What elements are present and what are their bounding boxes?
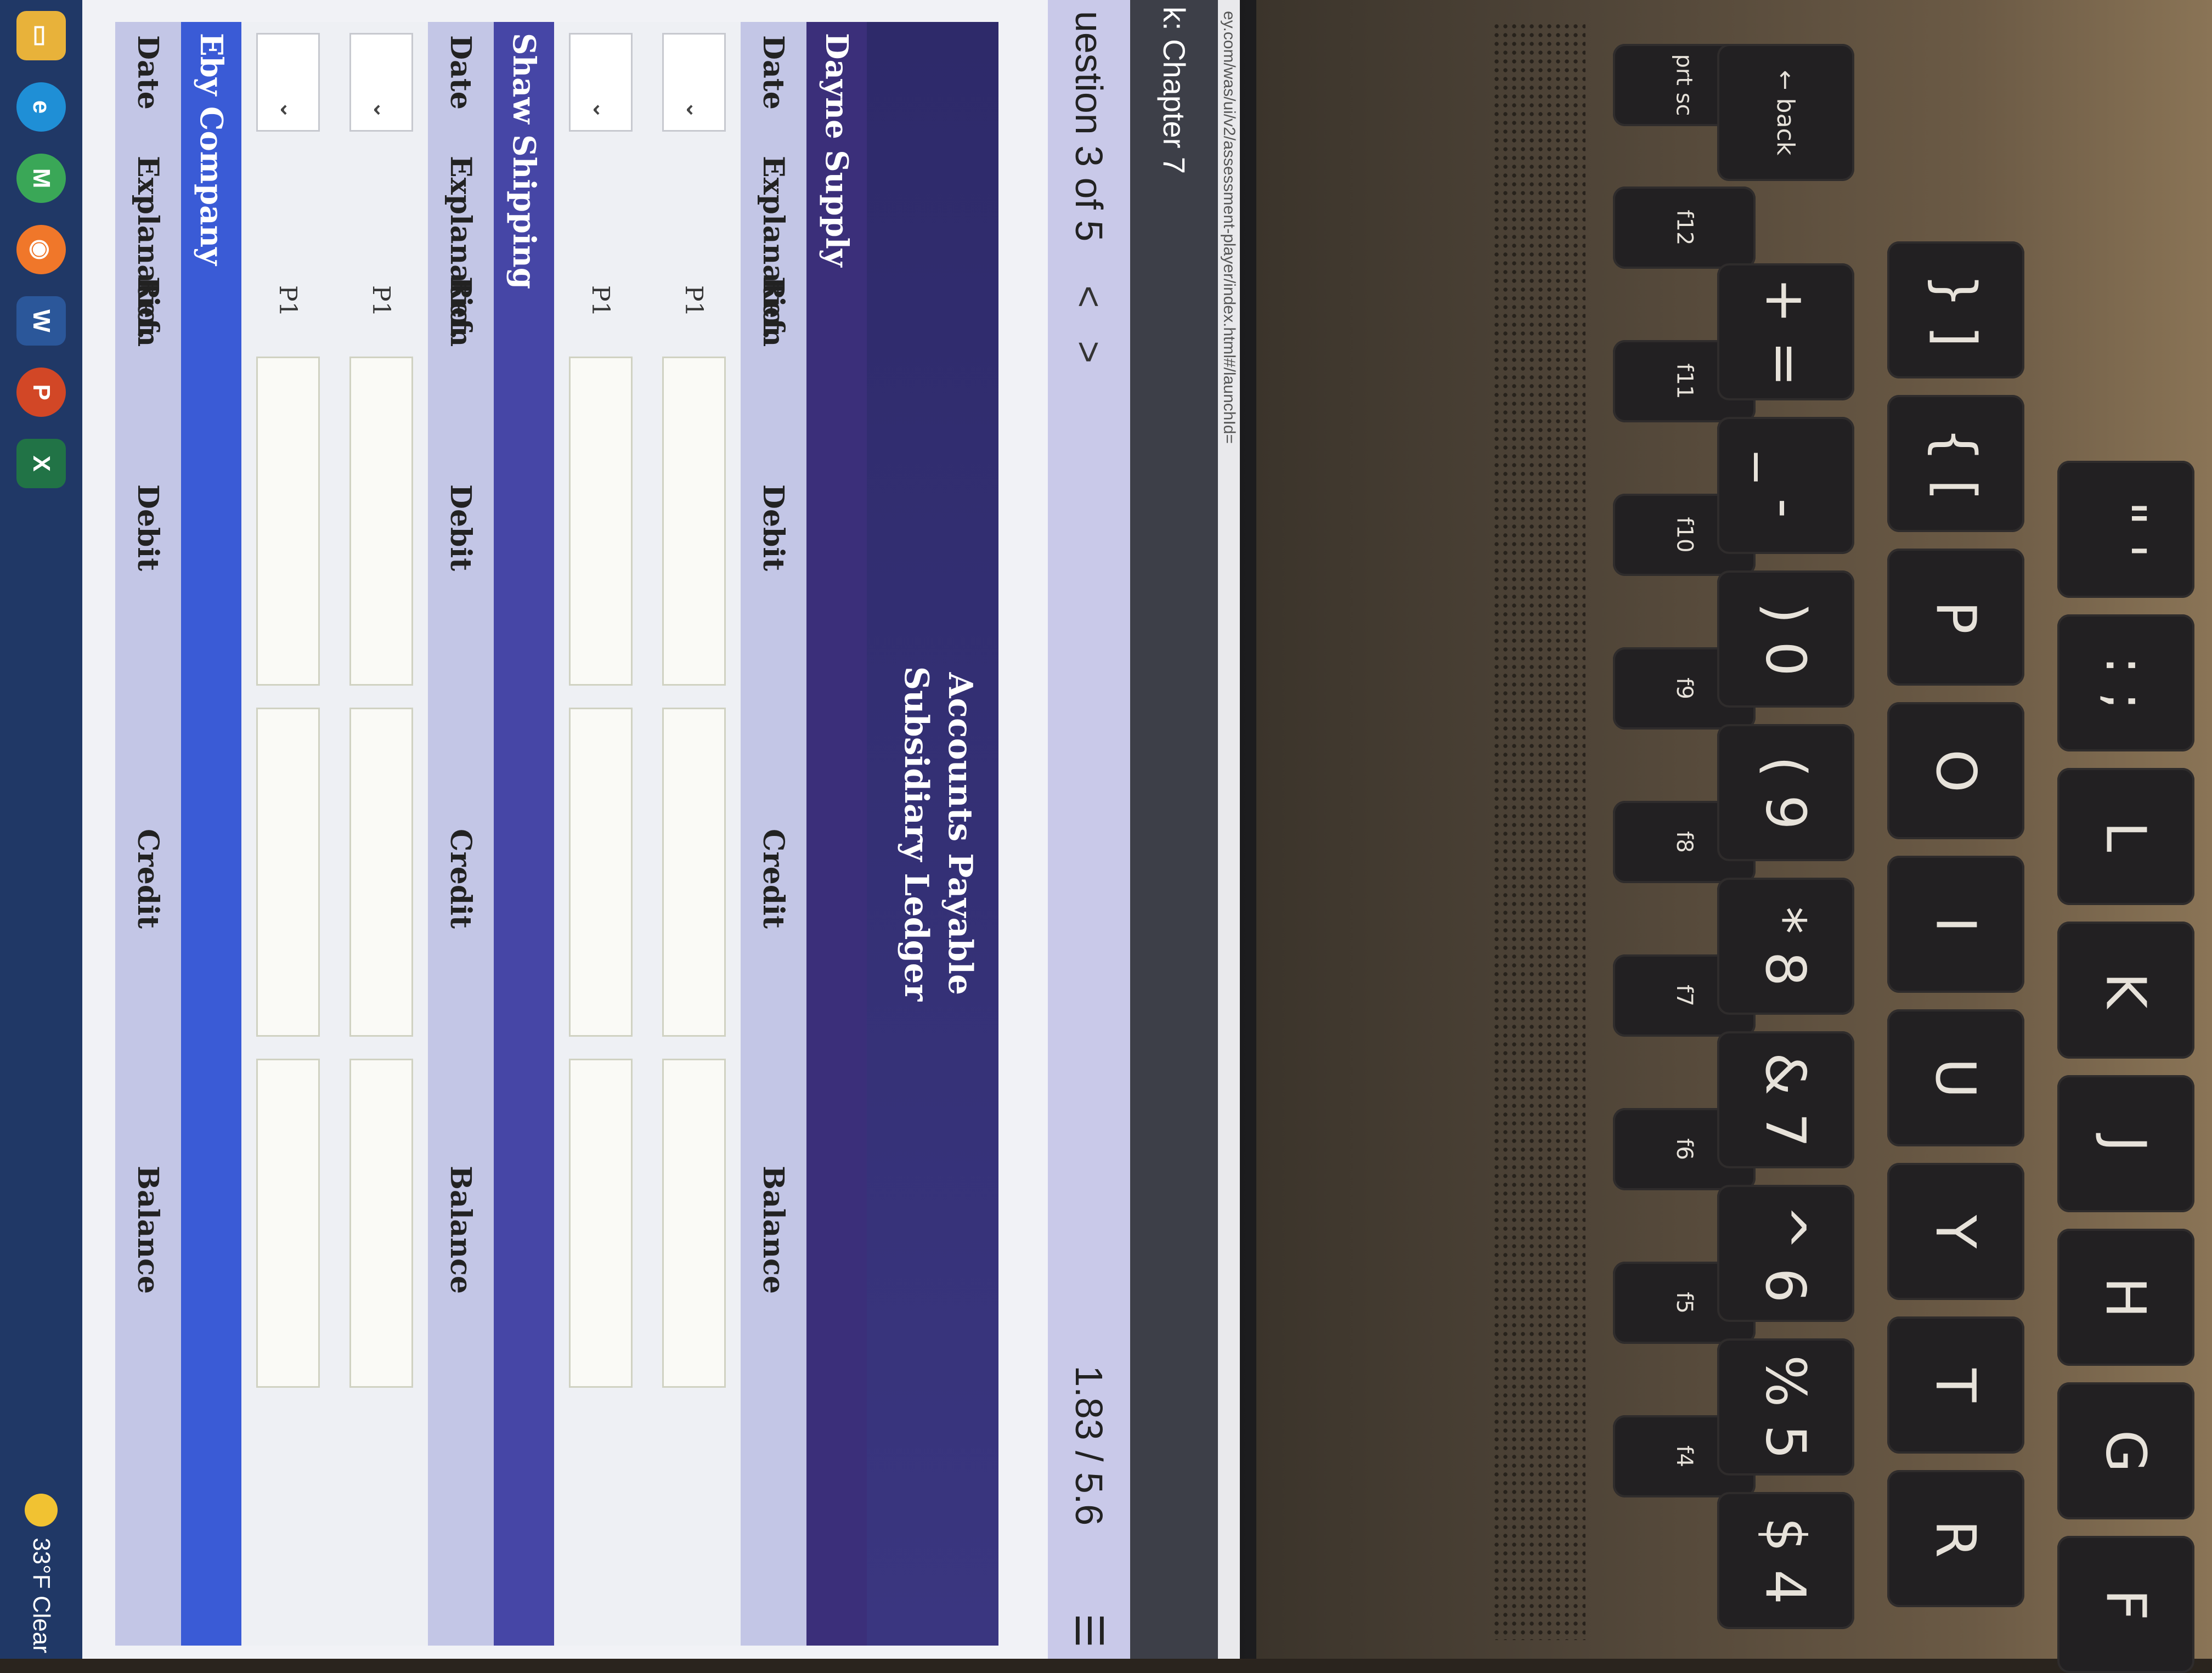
weather-text: 33°F Clear	[28, 1538, 55, 1653]
key-6: ^ 6	[1717, 1185, 1854, 1322]
file-explorer-icon[interactable]: ▭	[16, 11, 66, 60]
key-p: P	[1887, 549, 2024, 686]
excel-icon[interactable]: X	[16, 439, 66, 488]
question-bar: uestion 3 of 5 < > 1.83 / 5.6 ☰	[1048, 0, 1130, 1659]
weather-widget[interactable]: 33°F Clear	[25, 1494, 58, 1653]
column-headers: Date Explanation Ref. Debit Credit Balance	[428, 22, 494, 1646]
key-backspace: ← back	[1717, 44, 1854, 181]
key-h: H	[2057, 1229, 2194, 1366]
key-g: G	[2057, 1382, 2194, 1519]
powerpoint-icon[interactable]: P	[16, 368, 66, 417]
section-dayne-supply: Dayne Supply	[806, 22, 867, 1646]
date-select[interactable]: ⌄	[256, 33, 320, 132]
debit-input[interactable]	[569, 357, 633, 686]
moon-icon	[25, 1494, 58, 1527]
balance-input[interactable]	[256, 1059, 320, 1388]
table-row: ⌄ P1	[554, 22, 647, 1646]
credit-input[interactable]	[256, 708, 320, 1037]
table-row: ⌄ P1	[241, 22, 335, 1646]
chevron-down-icon: ⌄	[275, 100, 301, 119]
key-l: L	[2057, 768, 2194, 905]
credit-input[interactable]	[569, 708, 633, 1037]
key-close-bracket: } ]	[1887, 241, 2024, 378]
date-select[interactable]: ⌄	[569, 33, 633, 132]
balance-input[interactable]	[569, 1059, 633, 1388]
key-u: U	[1887, 1009, 2024, 1146]
chevron-down-icon: ⌄	[681, 100, 707, 119]
browser-url[interactable]: ey.com/was/ui/v2/assessment-player/index…	[1218, 0, 1240, 1659]
debit-input[interactable]	[349, 357, 413, 686]
key-8: * 8	[1717, 878, 1854, 1015]
ledger-table: Accounts Payable Subsidiary Ledger Dayne…	[115, 22, 998, 1646]
key-open-bracket: { [	[1887, 395, 2024, 532]
ref-cell: P1	[680, 285, 708, 317]
key-7: & 7	[1717, 1031, 1854, 1168]
key-k: K	[2057, 922, 2194, 1059]
key-f: F	[2057, 1536, 2194, 1673]
credit-input[interactable]	[662, 708, 726, 1037]
next-question-button[interactable]: >	[1067, 341, 1111, 363]
list-icon[interactable]: ☰	[1066, 1613, 1111, 1648]
date-select[interactable]: ⌄	[662, 33, 726, 132]
key-t: T	[1887, 1316, 2024, 1454]
column-headers: Date Explanation Ref. Debit Credit Balance	[741, 22, 806, 1646]
ref-cell: P1	[586, 285, 615, 317]
firefox-icon[interactable]: ◉	[16, 225, 66, 274]
section-shaw-shipping: Shaw Shipping	[494, 22, 554, 1646]
table-row: ⌄ P1	[335, 22, 428, 1646]
question-counter: uestion 3 of 5	[1068, 11, 1110, 242]
key-i: I	[1887, 856, 2024, 993]
key-f12: f12	[1613, 186, 1756, 269]
laptop-screen: ey.com/was/ui/v2/assessment-player/index…	[0, 0, 1240, 1659]
meet-icon[interactable]: M	[16, 154, 66, 203]
key-r: R	[1887, 1470, 2024, 1607]
score-display: 1.83 / 5.6	[1068, 1365, 1110, 1526]
edge-icon[interactable]: e	[16, 82, 66, 132]
debit-input[interactable]	[662, 357, 726, 686]
key-o: O	[1887, 702, 2024, 839]
key-semicolon: : ;	[2057, 614, 2194, 751]
key-quote: " '	[2057, 461, 2194, 598]
taskbar: ▭ e M ◉ W P X 33°F Clear	[0, 0, 82, 1659]
key-0: ) 0	[1717, 570, 1854, 708]
key-equals: + =	[1717, 263, 1854, 400]
key-y: Y	[1887, 1163, 2024, 1300]
key-minus: _ -	[1717, 417, 1854, 554]
prev-question-button[interactable]: <	[1067, 285, 1111, 308]
word-icon[interactable]: W	[16, 296, 66, 346]
speaker-grille	[1492, 22, 1585, 1640]
key-4: $ 4	[1717, 1492, 1854, 1629]
balance-input[interactable]	[662, 1059, 726, 1388]
chevron-down-icon: ⌄	[369, 100, 394, 119]
debit-input[interactable]	[256, 357, 320, 686]
ref-cell: P1	[367, 285, 396, 317]
section-eby-company: Eby Company	[181, 22, 241, 1646]
key-9: ( 9	[1717, 724, 1854, 861]
ref-cell: P1	[274, 285, 302, 317]
balance-input[interactable]	[349, 1059, 413, 1388]
column-headers: Date Explanation Ref. Debit Credit Balance	[115, 22, 181, 1646]
key-j: J	[2057, 1075, 2194, 1212]
chapter-title: k: Chapter 7	[1130, 0, 1218, 1659]
date-select[interactable]: ⌄	[349, 33, 413, 132]
ledger-title: Accounts Payable Subsidiary Ledger	[867, 22, 998, 1646]
key-5: % 5	[1717, 1338, 1854, 1476]
credit-input[interactable]	[349, 708, 413, 1037]
table-row: ⌄ P1	[647, 22, 741, 1646]
chevron-down-icon: ⌄	[588, 100, 613, 119]
